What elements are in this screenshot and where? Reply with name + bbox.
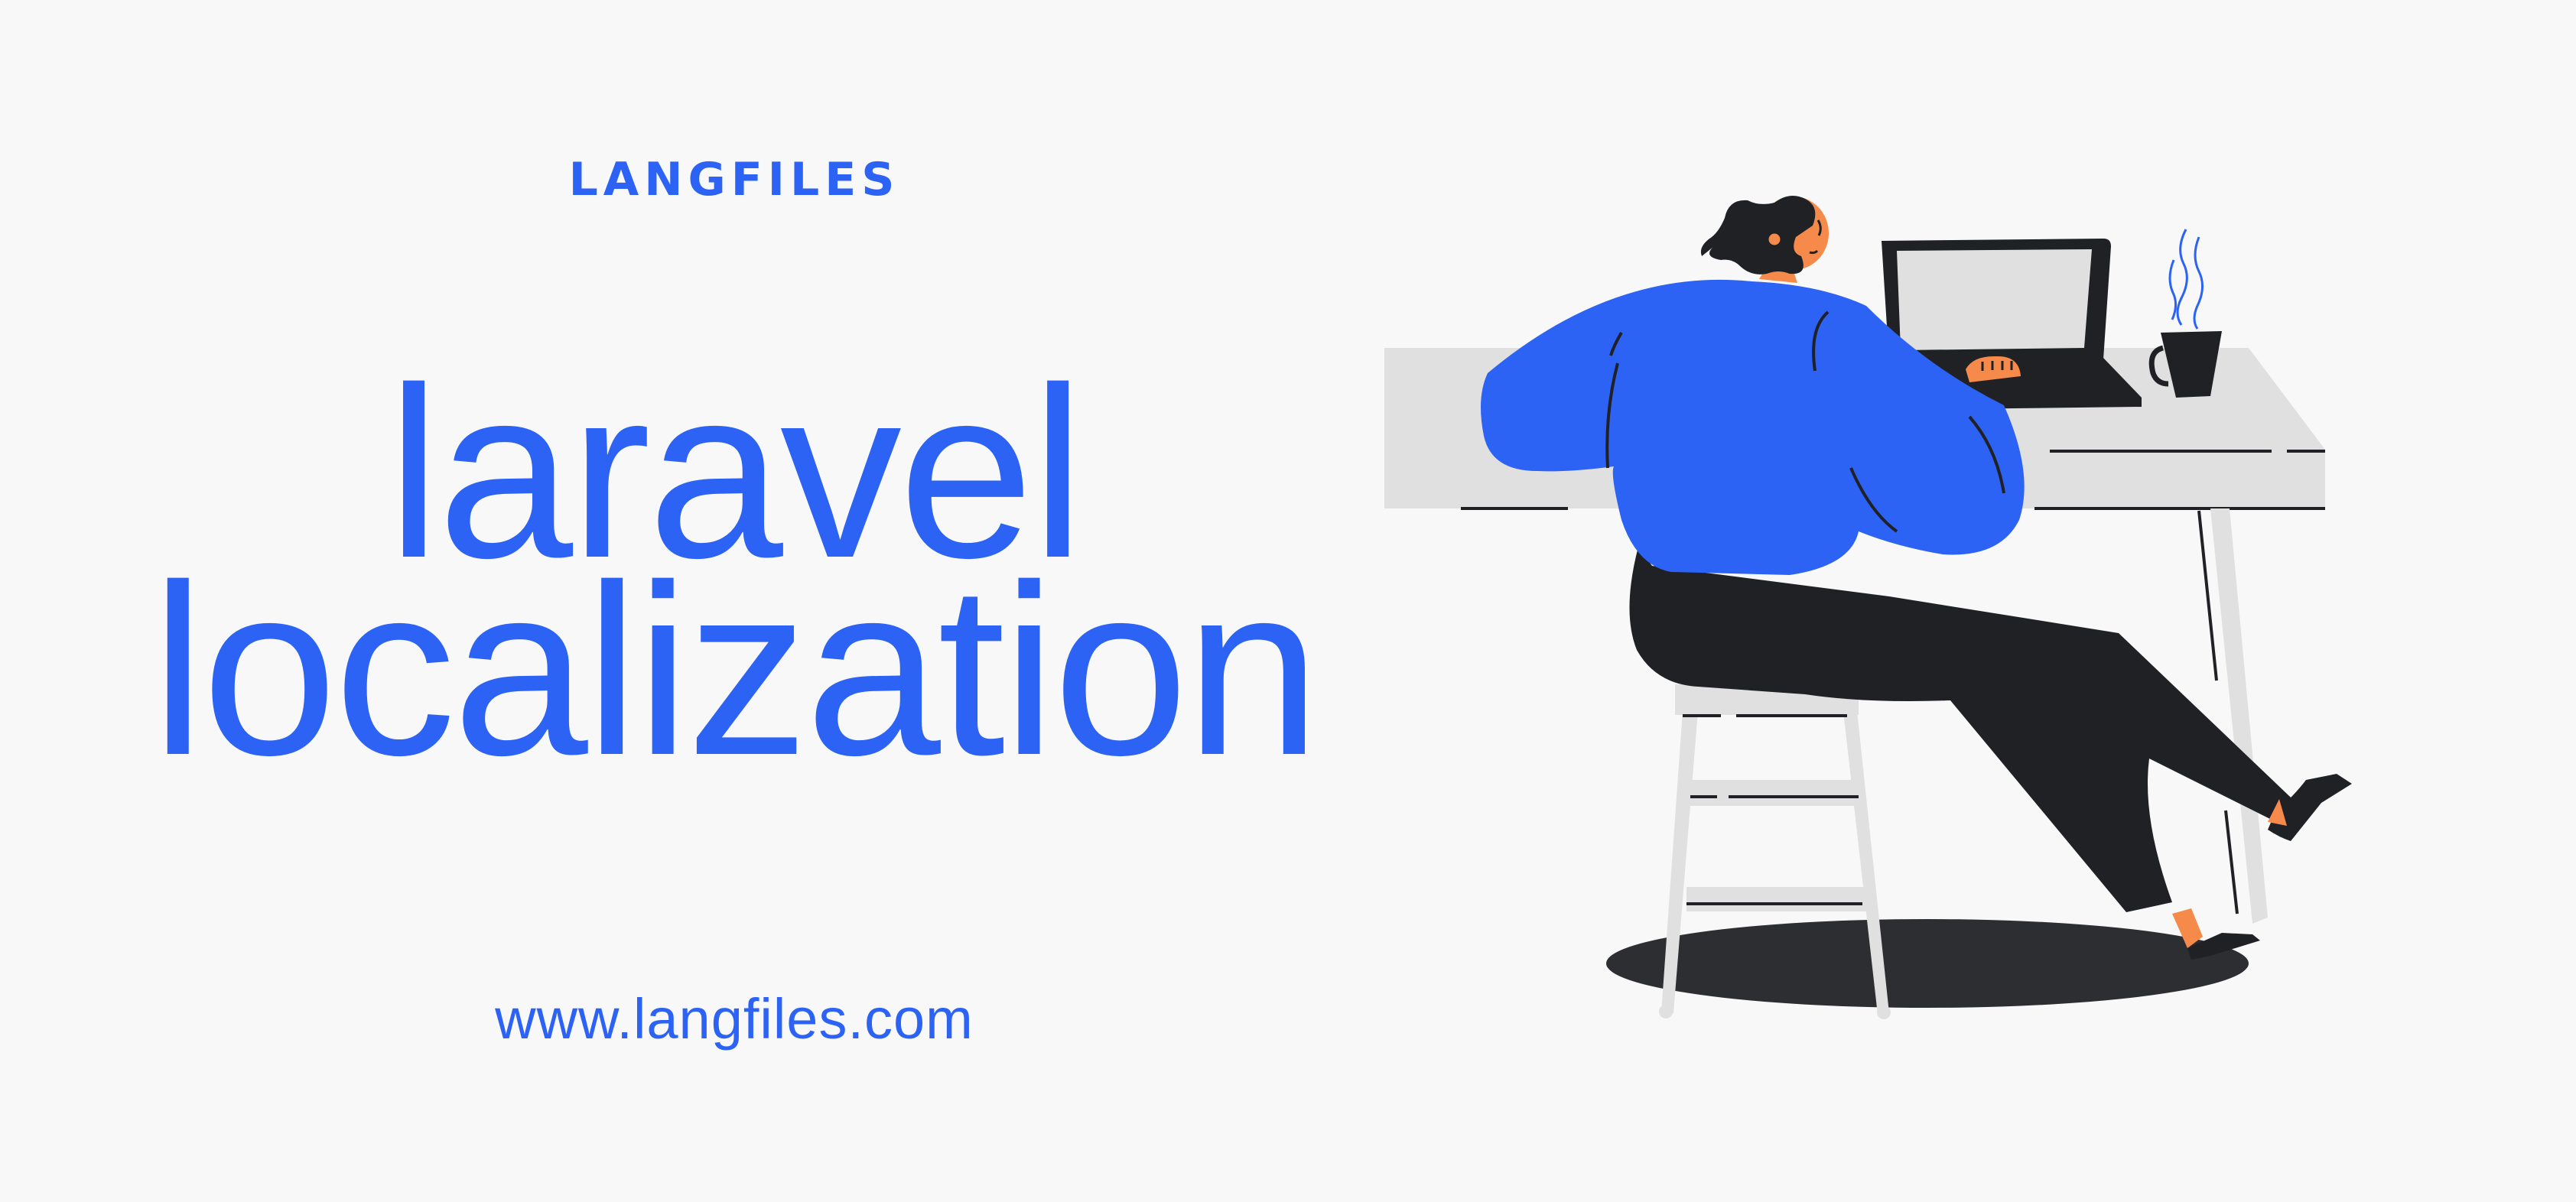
brand-logo: LANGFILES (568, 153, 900, 206)
person-at-desk-illustration (1384, 196, 2352, 1019)
website-url: www.langfiles.com (495, 987, 974, 1051)
pants (1629, 547, 2306, 912)
person-head (1700, 196, 1829, 283)
headline: laravel localization (0, 352, 1469, 806)
floor-shadow (1606, 919, 2249, 1008)
desk-leg (2210, 508, 2268, 924)
headline-line-2: localization (151, 534, 1320, 806)
banner: LANGFILES laravel localization www.langf… (0, 0, 2576, 1202)
text-column: LANGFILES laravel localization www.langf… (0, 0, 1469, 1202)
